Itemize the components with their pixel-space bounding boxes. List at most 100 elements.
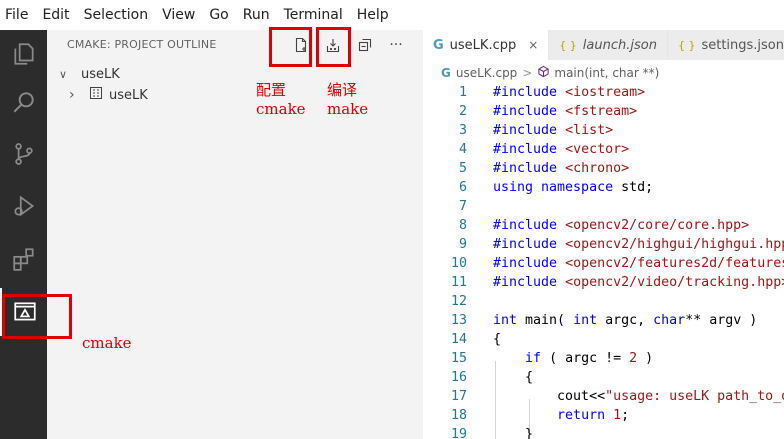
line-number: 10 xyxy=(450,256,467,271)
close-icon[interactable]: × xyxy=(528,38,538,52)
code-line[interactable]: 8 #include <opencv2/core/core.hpp> xyxy=(423,218,784,237)
code-line[interactable]: 5 #include <chrono> xyxy=(423,161,784,180)
line-number: 4 xyxy=(458,142,467,157)
code-text: #include <chrono> xyxy=(493,161,629,176)
line-number: 3 xyxy=(458,123,467,138)
explorer-icon[interactable] xyxy=(0,30,47,78)
code-line[interactable]: 10 #include <opencv2/features2d/features2… xyxy=(423,256,784,275)
menu-view[interactable]: View xyxy=(162,7,195,23)
code-text: int main( int argc, char** argv ) xyxy=(493,313,757,328)
code-text: { xyxy=(493,370,533,385)
tree-target-row[interactable]: › useLK xyxy=(69,84,148,106)
method-icon xyxy=(537,65,550,81)
json-file-icon: { } xyxy=(559,38,577,52)
code-text: #include <vector> xyxy=(493,142,629,157)
line-number: 14 xyxy=(450,332,467,347)
code-line[interactable]: 3 #include <list> xyxy=(423,123,784,142)
code-line[interactable]: 17 cout<<"usage: useLK path_to_dataset" xyxy=(423,389,784,408)
menu-selection[interactable]: Selection xyxy=(84,7,149,23)
code-token: int xyxy=(493,313,526,328)
breadcrumb-file[interactable]: useLK.cpp xyxy=(456,66,517,80)
tree-target-label: useLK xyxy=(109,87,148,103)
code-token: <chrono> xyxy=(565,161,630,176)
configure-annotation: 配置 xyxy=(256,81,287,99)
cmake-annotation: cmake xyxy=(82,334,132,352)
code-token: argc, xyxy=(605,313,654,328)
search-icon[interactable] xyxy=(0,78,47,126)
tree-project-row[interactable]: ∨ useLK xyxy=(59,63,120,85)
tab-uselk-cpp[interactable]: G useLK.cpp × xyxy=(423,30,550,60)
more-actions-button[interactable]: ··· xyxy=(385,34,407,56)
json-file-icon: { } xyxy=(677,38,696,52)
line-number: 6 xyxy=(458,180,467,195)
collapse-all-icon xyxy=(358,38,372,52)
code-text: #include <opencv2/features2d/features2d.… xyxy=(493,256,784,271)
line-number: 11 xyxy=(450,275,467,290)
line-number: 5 xyxy=(458,161,467,176)
menu-go[interactable]: Go xyxy=(209,7,228,23)
tab-label: useLK.cpp xyxy=(449,37,517,53)
line-number: 17 xyxy=(450,389,467,404)
tab-launch-json[interactable]: { } launch.json xyxy=(549,30,668,60)
configure-highlight xyxy=(269,27,312,67)
code-token: #include xyxy=(493,256,566,271)
build-highlight xyxy=(316,27,351,67)
code-text: #include <fstream> xyxy=(493,104,637,119)
menu-bar: File Edit Selection View Go Run Terminal… xyxy=(0,0,784,30)
code-line[interactable]: 14 { xyxy=(423,332,784,351)
code-token: main( xyxy=(525,313,574,328)
line-number: 13 xyxy=(450,313,467,328)
code-line[interactable]: 1 #include <iostream> xyxy=(423,85,784,104)
code-token: ) xyxy=(637,351,654,366)
code-line[interactable]: 18 return 1; xyxy=(423,408,784,427)
code-token: #include xyxy=(493,161,566,176)
code-text: #include <opencv2/video/tracking.hpp> xyxy=(493,275,784,290)
source-control-icon[interactable] xyxy=(0,130,47,178)
sidebar-title: CMAKE: PROJECT OUTLINE xyxy=(67,38,217,51)
breadcrumb: G useLK.cpp > main(int, char **) xyxy=(441,64,659,82)
code-token: ( argc != xyxy=(549,351,630,366)
code-text: { xyxy=(493,332,501,347)
code-line[interactable]: 19 } xyxy=(423,427,784,439)
extensions-icon[interactable] xyxy=(0,235,47,283)
code-line[interactable]: 13 int main( int argc, char** argv ) xyxy=(423,313,784,332)
collapse-all-button[interactable] xyxy=(354,34,376,56)
menu-terminal[interactable]: Terminal xyxy=(284,7,343,23)
build-annotation-sub: make xyxy=(327,100,369,118)
code-text: return 1; xyxy=(493,408,629,423)
line-number: 19 xyxy=(450,427,467,439)
code-token: <opencv2/highgui/highgui.hpp> xyxy=(565,237,784,252)
configure-annotation-sub: cmake xyxy=(256,100,306,118)
code-line[interactable]: 4 #include <vector> xyxy=(423,142,784,161)
menu-help[interactable]: Help xyxy=(357,7,389,23)
code-text: if ( argc != 2 ) xyxy=(493,351,653,366)
code-token: #include xyxy=(493,275,566,290)
tab-label: launch.json xyxy=(582,37,657,53)
line-number: 1 xyxy=(458,85,467,100)
code-token: 2 xyxy=(629,351,638,366)
code-line[interactable]: 9 #include <opencv2/highgui/highgui.hpp> xyxy=(423,237,784,256)
chevron-right-icon: › xyxy=(69,87,75,103)
code-token: ; xyxy=(621,408,630,423)
code-token: char xyxy=(653,313,686,328)
code-line[interactable]: 6 using namespace std; xyxy=(423,180,784,199)
code-token: <opencv2/core/core.hpp> xyxy=(565,218,750,233)
menu-run[interactable]: Run xyxy=(243,7,270,23)
code-line[interactable]: 2 #include <fstream> xyxy=(423,104,784,123)
tab-settings-json[interactable]: { } settings.json xyxy=(667,30,784,60)
code-token: <opencv2/video/tracking.hpp> xyxy=(565,275,784,290)
tab-label: settings.json xyxy=(701,37,784,53)
menu-file[interactable]: File xyxy=(5,7,28,23)
code-line[interactable]: 16 { xyxy=(423,370,784,389)
breadcrumb-symbol[interactable]: main(int, char **) xyxy=(554,66,659,80)
code-token: "usage: useLK path_to_dataset" xyxy=(605,389,784,404)
code-text: using namespace std; xyxy=(493,180,653,195)
menu-edit[interactable]: Edit xyxy=(42,7,69,23)
code-line[interactable]: 7 xyxy=(423,199,784,218)
run-debug-icon[interactable] xyxy=(0,182,47,230)
code-token: #include xyxy=(493,218,566,233)
code-line[interactable]: 15 if ( argc != 2 ) xyxy=(423,351,784,370)
code-line[interactable]: 12 xyxy=(423,294,784,313)
code-line[interactable]: 11 #include <opencv2/video/tracking.hpp> xyxy=(423,275,784,294)
